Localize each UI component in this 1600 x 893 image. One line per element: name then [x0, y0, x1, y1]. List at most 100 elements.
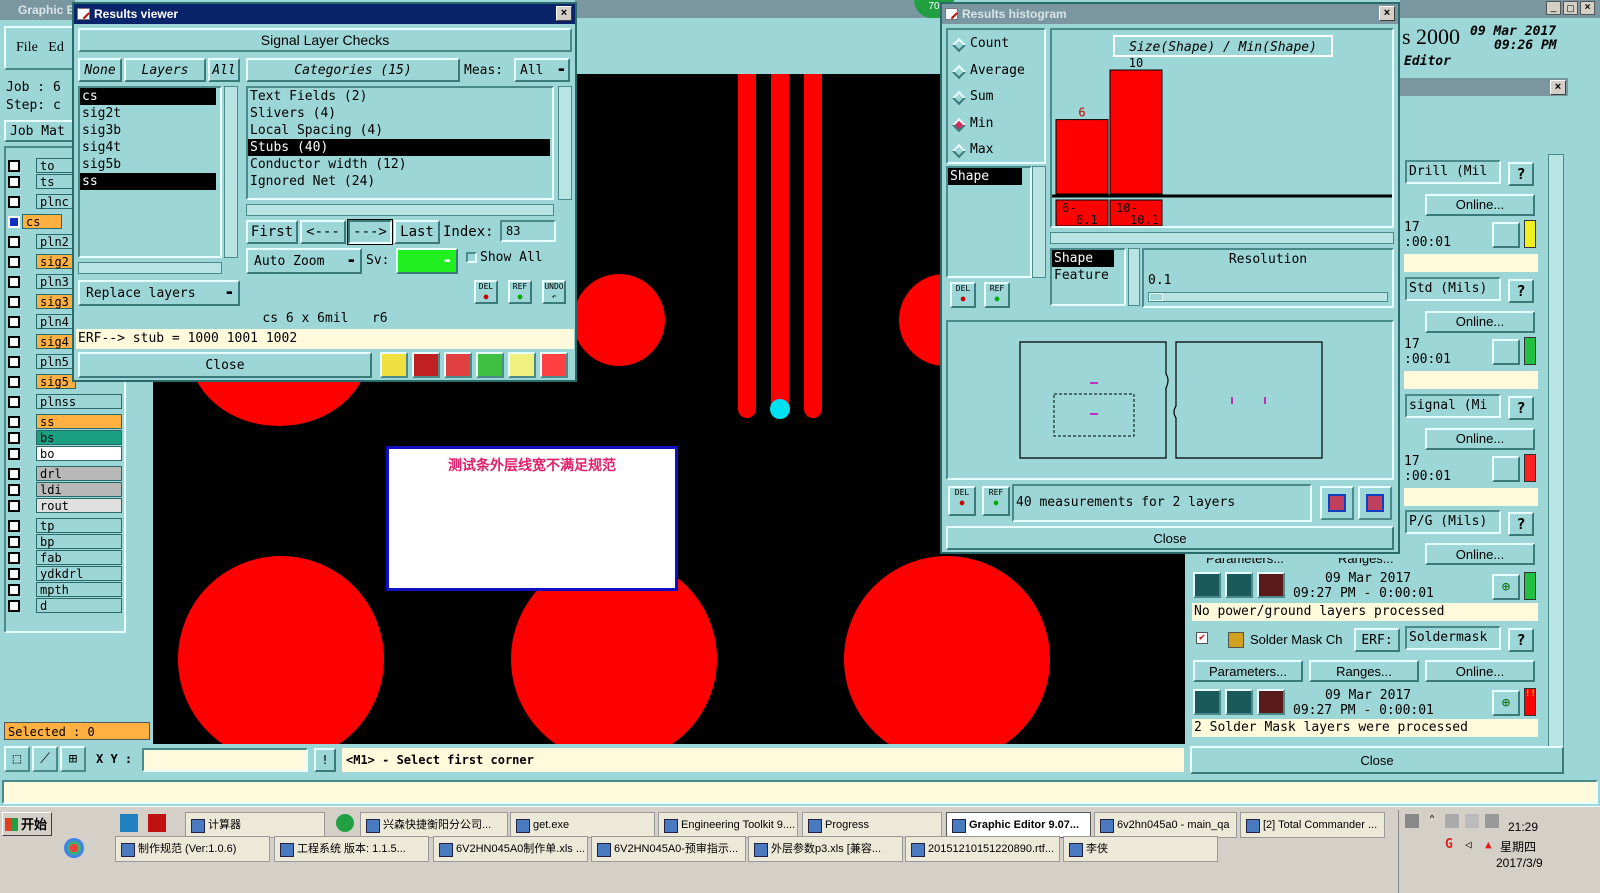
layer-row[interactable]: ss [6, 414, 122, 429]
layer-row[interactable]: ydkdrl [6, 566, 122, 581]
replace-layers-button[interactable]: Replace layers ▬ [78, 280, 240, 306]
hist-del-icon[interactable]: DEL ● [950, 282, 976, 308]
last-button[interactable]: Last [394, 220, 440, 244]
warning-icon[interactable]: ▲ [1485, 838, 1499, 852]
run-icon[interactable] [1193, 572, 1221, 598]
histogram-close-button[interactable]: Close [946, 526, 1394, 550]
rv-layer-item[interactable]: sig3b [80, 122, 216, 139]
export-icon[interactable] [412, 352, 440, 378]
layer-row[interactable]: fab [6, 550, 122, 565]
layer-checkbox[interactable] [8, 356, 20, 368]
right-panel-close-icon[interactable]: × [1550, 80, 1566, 95]
slider-thumb[interactable] [1149, 293, 1163, 301]
layer-checkbox[interactable] [8, 432, 20, 444]
report-icon[interactable] [380, 352, 408, 378]
hist-ref2-icon[interactable]: REF ● [982, 486, 1010, 516]
shape-list-scrollbar[interactable] [1032, 166, 1046, 278]
meas-dropdown[interactable]: All ▬ [514, 58, 570, 82]
taskbar-button[interactable]: Graphic Editor 9.07... [946, 812, 1091, 838]
taskbar-button[interactable]: 兴森快捷衡阳分公司... [360, 812, 508, 838]
layer-checkbox[interactable] [8, 448, 20, 460]
layer-list-scrollbar[interactable] [224, 86, 238, 258]
layer-checkbox[interactable] [8, 196, 20, 208]
results-viewer-close-button[interactable]: Close [78, 352, 372, 378]
layer-row[interactable]: drl [6, 466, 122, 481]
job-matrix-button[interactable]: Job Mat [4, 120, 74, 142]
sm-params-button[interactable]: Parameters... [1193, 660, 1303, 682]
check-online-button[interactable]: Online... [1425, 428, 1535, 450]
refresh-icon[interactable] [476, 352, 504, 378]
run-icon[interactable] [1193, 689, 1221, 715]
taskbar-button[interactable]: 外层参数p3.xls [兼容... [748, 836, 903, 862]
taskbar-button[interactable]: Engineering Toolkit 9.... [658, 812, 798, 838]
layer-checkbox[interactable] [8, 568, 20, 580]
layer-checkbox[interactable] [8, 376, 20, 388]
layer-row[interactable]: ldi [6, 482, 122, 497]
taskbar-button[interactable]: 工程系统 版本: 1.1.5... [274, 836, 429, 862]
layer-checkbox[interactable] [8, 316, 20, 328]
rv-layer-item[interactable]: sig4t [80, 139, 216, 156]
feature-scrollbar[interactable] [1128, 248, 1140, 306]
maximize-icon[interactable]: ▢ [1563, 1, 1578, 15]
category-item[interactable]: Conductor width (12) [248, 156, 550, 173]
taskbar-button[interactable]: 6V2HN045A0制作单.xls ... [433, 836, 588, 862]
results-viewer-close-icon[interactable]: × [556, 6, 572, 21]
rv-layer-item[interactable]: ss [80, 173, 216, 190]
grid-tool-icon[interactable]: ⊞ [60, 746, 86, 772]
rv-layer-item[interactable]: cs [80, 88, 216, 105]
taskbar-button[interactable]: 20151210151220890.rtf... [905, 836, 1060, 862]
layer-row[interactable]: bp [6, 534, 122, 549]
stop-icon[interactable] [1257, 572, 1285, 598]
measure-tool-icon[interactable]: ⟋ [32, 746, 58, 772]
category-list[interactable]: Text Fields (2) Slivers (4) Local Spacing … [246, 86, 554, 200]
pg-view-icon[interactable]: ⊕ [1492, 574, 1520, 600]
taskbar-button[interactable]: get.exe [510, 812, 655, 838]
check-help-button[interactable]: ? [1508, 396, 1534, 420]
index-input[interactable]: 83 [500, 220, 556, 242]
layer-checkbox[interactable] [8, 552, 20, 564]
layer-checkbox[interactable] [8, 296, 20, 308]
layer-row[interactable]: bs [6, 430, 122, 445]
taskbar-button[interactable]: Progress [802, 812, 942, 838]
all-button[interactable]: All [208, 58, 240, 82]
feature-item[interactable]: Feature [1052, 267, 1114, 284]
next-button[interactable]: ---> [347, 219, 393, 245]
taskbar-button[interactable]: 制作规范 (Ver:1.0.6) [115, 836, 270, 862]
layer-row[interactable]: bo [6, 446, 122, 461]
category-hscroll[interactable] [246, 204, 554, 216]
layer-checkbox[interactable] [8, 584, 20, 596]
flower-icon[interactable] [64, 838, 84, 858]
layer-checkbox[interactable] [8, 256, 20, 268]
first-button[interactable]: First [246, 220, 298, 244]
command-line[interactable] [2, 780, 1598, 804]
auto-zoom-button[interactable]: Auto Zoom ▬ [246, 248, 362, 274]
chart-hscroll[interactable] [1050, 232, 1394, 244]
taskbar-button[interactable]: 计算器 [185, 812, 325, 838]
sm-help-button[interactable]: ? [1508, 628, 1534, 652]
feature-list[interactable]: Shape Feature [1050, 248, 1126, 306]
pg-help-button[interactable]: ? [1508, 512, 1534, 536]
right-panel-close-button[interactable]: Close [1190, 746, 1564, 774]
stop-icon[interactable] [1257, 689, 1285, 715]
layer-checkbox[interactable] [8, 396, 20, 408]
histogram-close-icon[interactable]: × [1379, 6, 1395, 21]
category-scrollbar[interactable] [558, 86, 572, 200]
check-online-button[interactable]: Online... [1425, 311, 1535, 333]
shape-list-item[interactable]: Shape [948, 168, 1022, 185]
category-item[interactable]: Stubs (40) [248, 139, 550, 156]
resolution-slider[interactable] [1148, 292, 1388, 302]
menu-file[interactable]: File Ed [4, 26, 74, 70]
check-online-button[interactable]: Online... [1425, 194, 1535, 216]
device-icon[interactable] [1445, 814, 1459, 828]
sm-ranges-button[interactable]: Ranges... [1309, 660, 1419, 682]
g-icon[interactable]: G [1445, 838, 1459, 852]
notes-icon[interactable] [508, 352, 536, 378]
ref-icon[interactable]: REF ● [508, 280, 532, 304]
layer-select-list[interactable]: cs sig2t sig3b sig4t sig5b ss [78, 86, 222, 258]
printer-icon[interactable] [1405, 814, 1419, 828]
sm-checkbox[interactable]: ✔ [1196, 632, 1208, 644]
erf-button[interactable]: ERF: [1354, 628, 1400, 652]
category-item[interactable]: Text Fields (2) [248, 88, 550, 105]
minimize-icon[interactable]: _ [1546, 1, 1561, 15]
volume-icon[interactable]: ◁ [1465, 838, 1479, 852]
